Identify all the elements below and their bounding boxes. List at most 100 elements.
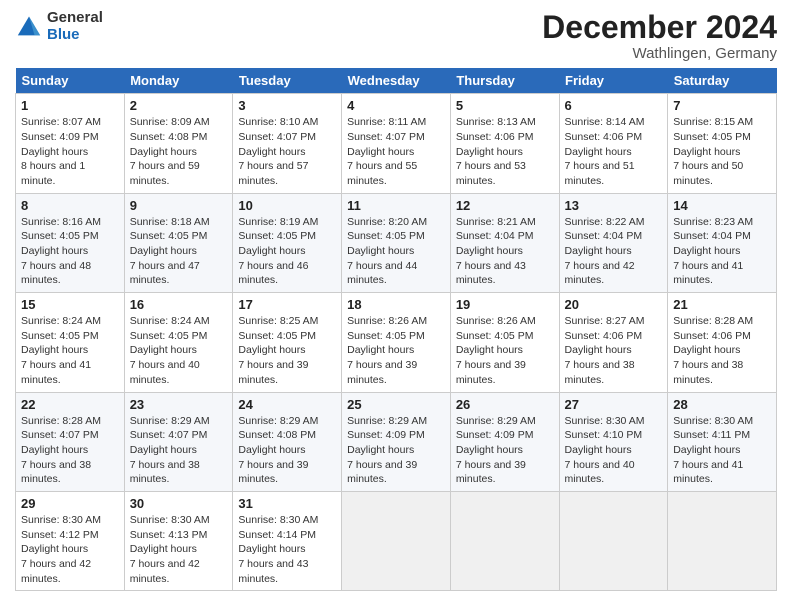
sunrise-label: Sunrise: 8:09 AM (130, 116, 210, 128)
daylight-label: Daylight hours (130, 344, 197, 356)
daylight-value: 7 hours and 41 minutes. (673, 260, 743, 287)
day-number: 10 (238, 198, 336, 213)
daylight-value: 7 hours and 48 minutes. (21, 260, 91, 287)
daylight-label: Daylight hours (21, 543, 88, 555)
weekday-header-sunday: Sunday (16, 68, 125, 94)
sunrise-label: Sunrise: 8:24 AM (130, 315, 210, 327)
sunrise-label: Sunrise: 8:30 AM (238, 514, 318, 526)
sunset-label: Sunset: 4:06 PM (673, 330, 751, 342)
day-info: Sunrise: 8:28 AM Sunset: 4:06 PM Dayligh… (673, 314, 771, 387)
weekday-header-row: SundayMondayTuesdayWednesdayThursdayFrid… (16, 68, 777, 94)
sunrise-label: Sunrise: 8:30 AM (130, 514, 210, 526)
daylight-value: 7 hours and 39 minutes. (456, 359, 526, 386)
day-info: Sunrise: 8:30 AM Sunset: 4:12 PM Dayligh… (21, 513, 119, 586)
sunset-label: Sunset: 4:12 PM (21, 529, 99, 541)
daylight-value: 7 hours and 51 minutes. (565, 160, 635, 187)
daylight-value: 7 hours and 38 minutes. (673, 359, 743, 386)
day-number: 13 (565, 198, 663, 213)
sunrise-label: Sunrise: 8:24 AM (21, 315, 101, 327)
calendar-cell: 19 Sunrise: 8:26 AM Sunset: 4:05 PM Dayl… (450, 293, 559, 392)
daylight-label: Daylight hours (21, 245, 88, 257)
calendar-cell: 16 Sunrise: 8:24 AM Sunset: 4:05 PM Dayl… (124, 293, 233, 392)
sunset-label: Sunset: 4:07 PM (21, 429, 99, 441)
calendar-cell: 17 Sunrise: 8:25 AM Sunset: 4:05 PM Dayl… (233, 293, 342, 392)
daylight-label: Daylight hours (347, 344, 414, 356)
daylight-label: Daylight hours (238, 444, 305, 456)
week-row-1: 1 Sunrise: 8:07 AM Sunset: 4:09 PM Dayli… (16, 94, 777, 193)
week-row-2: 8 Sunrise: 8:16 AM Sunset: 4:05 PM Dayli… (16, 193, 777, 292)
sunset-label: Sunset: 4:06 PM (565, 131, 643, 143)
sunrise-label: Sunrise: 8:28 AM (21, 415, 101, 427)
sunset-label: Sunset: 4:07 PM (130, 429, 208, 441)
week-row-5: 29 Sunrise: 8:30 AM Sunset: 4:12 PM Dayl… (16, 491, 777, 590)
daylight-label: Daylight hours (673, 146, 740, 158)
day-info: Sunrise: 8:13 AM Sunset: 4:06 PM Dayligh… (456, 115, 554, 188)
daylight-label: Daylight hours (21, 146, 88, 158)
daylight-label: Daylight hours (347, 245, 414, 257)
day-info: Sunrise: 8:29 AM Sunset: 4:08 PM Dayligh… (238, 414, 336, 487)
sunset-label: Sunset: 4:05 PM (130, 230, 208, 242)
daylight-value: 7 hours and 44 minutes. (347, 260, 417, 287)
daylight-label: Daylight hours (238, 245, 305, 257)
calendar-cell: 29 Sunrise: 8:30 AM Sunset: 4:12 PM Dayl… (16, 491, 125, 590)
day-number: 4 (347, 98, 445, 113)
weekday-header-saturday: Saturday (668, 68, 777, 94)
day-number: 6 (565, 98, 663, 113)
day-number: 17 (238, 297, 336, 312)
sunrise-label: Sunrise: 8:20 AM (347, 216, 427, 228)
calendar-cell: 2 Sunrise: 8:09 AM Sunset: 4:08 PM Dayli… (124, 94, 233, 193)
weekday-header-monday: Monday (124, 68, 233, 94)
day-number: 16 (130, 297, 228, 312)
sunset-label: Sunset: 4:05 PM (238, 230, 316, 242)
day-info: Sunrise: 8:30 AM Sunset: 4:11 PM Dayligh… (673, 414, 771, 487)
day-number: 20 (565, 297, 663, 312)
sunrise-label: Sunrise: 8:26 AM (347, 315, 427, 327)
calendar-cell: 10 Sunrise: 8:19 AM Sunset: 4:05 PM Dayl… (233, 193, 342, 292)
sunrise-label: Sunrise: 8:21 AM (456, 216, 536, 228)
daylight-value: 7 hours and 57 minutes. (238, 160, 308, 187)
daylight-value: 7 hours and 38 minutes. (130, 459, 200, 486)
day-number: 9 (130, 198, 228, 213)
day-info: Sunrise: 8:29 AM Sunset: 4:09 PM Dayligh… (347, 414, 445, 487)
day-number: 22 (21, 397, 119, 412)
day-number: 31 (238, 496, 336, 511)
sunrise-label: Sunrise: 8:26 AM (456, 315, 536, 327)
daylight-value: 7 hours and 50 minutes. (673, 160, 743, 187)
sunset-label: Sunset: 4:05 PM (130, 330, 208, 342)
day-info: Sunrise: 8:29 AM Sunset: 4:07 PM Dayligh… (130, 414, 228, 487)
sunrise-label: Sunrise: 8:25 AM (238, 315, 318, 327)
day-info: Sunrise: 8:07 AM Sunset: 4:09 PM Dayligh… (21, 115, 119, 188)
daylight-label: Daylight hours (565, 146, 632, 158)
weekday-header-thursday: Thursday (450, 68, 559, 94)
day-info: Sunrise: 8:11 AM Sunset: 4:07 PM Dayligh… (347, 115, 445, 188)
daylight-label: Daylight hours (456, 146, 523, 158)
sunset-label: Sunset: 4:05 PM (347, 330, 425, 342)
daylight-value: 7 hours and 47 minutes. (130, 260, 200, 287)
daylight-label: Daylight hours (565, 245, 632, 257)
daylight-value: 7 hours and 42 minutes. (21, 558, 91, 585)
daylight-value: 7 hours and 53 minutes. (456, 160, 526, 187)
daylight-label: Daylight hours (456, 344, 523, 356)
day-number: 30 (130, 496, 228, 511)
month-title: December 2024 (542, 10, 777, 45)
day-number: 8 (21, 198, 119, 213)
sunrise-label: Sunrise: 8:22 AM (565, 216, 645, 228)
day-info: Sunrise: 8:25 AM Sunset: 4:05 PM Dayligh… (238, 314, 336, 387)
sunrise-label: Sunrise: 8:27 AM (565, 315, 645, 327)
calendar-cell (450, 491, 559, 590)
sunset-label: Sunset: 4:13 PM (130, 529, 208, 541)
logo: General Blue (15, 10, 103, 43)
sunset-label: Sunset: 4:09 PM (21, 131, 99, 143)
day-number: 3 (238, 98, 336, 113)
daylight-label: Daylight hours (130, 543, 197, 555)
calendar-cell: 15 Sunrise: 8:24 AM Sunset: 4:05 PM Dayl… (16, 293, 125, 392)
daylight-value: 7 hours and 59 minutes. (130, 160, 200, 187)
logo-icon (15, 13, 43, 41)
day-info: Sunrise: 8:24 AM Sunset: 4:05 PM Dayligh… (21, 314, 119, 387)
weekday-header-tuesday: Tuesday (233, 68, 342, 94)
day-info: Sunrise: 8:18 AM Sunset: 4:05 PM Dayligh… (130, 215, 228, 288)
sunset-label: Sunset: 4:04 PM (673, 230, 751, 242)
calendar-cell: 11 Sunrise: 8:20 AM Sunset: 4:05 PM Dayl… (342, 193, 451, 292)
sunrise-label: Sunrise: 8:13 AM (456, 116, 536, 128)
day-info: Sunrise: 8:23 AM Sunset: 4:04 PM Dayligh… (673, 215, 771, 288)
